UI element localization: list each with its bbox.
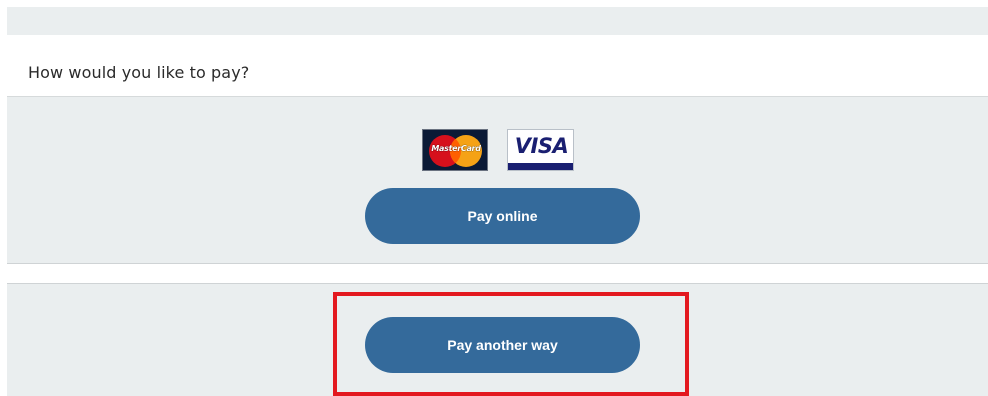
top-band <box>7 7 988 35</box>
panel-divider <box>7 264 988 284</box>
payment-question: How would you like to pay? <box>28 63 250 82</box>
mastercard-logo-text: MasterCard <box>431 144 481 153</box>
visa-logo-text: VISA <box>514 134 569 158</box>
pay-online-button[interactable]: Pay online <box>365 188 640 244</box>
mastercard-logo: MasterCard <box>422 129 488 171</box>
pay-another-way-button[interactable]: Pay another way <box>365 317 640 373</box>
payment-question-row: How would you like to pay? <box>7 35 988 97</box>
visa-logo: VISA <box>507 129 574 171</box>
